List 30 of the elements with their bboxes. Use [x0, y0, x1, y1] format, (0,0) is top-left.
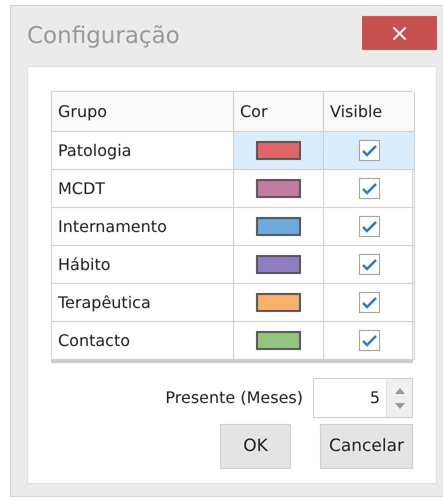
table-cell: MCDT [52, 170, 234, 208]
color-swatch[interactable] [256, 179, 301, 198]
checkbox[interactable] [358, 330, 380, 351]
down-arrow-icon[interactable] [394, 402, 404, 408]
color-swatch[interactable] [256, 217, 301, 236]
months-label: Presente (Meses) [165, 387, 303, 409]
table-cell: Contacto [52, 322, 234, 360]
color-swatch[interactable] [256, 293, 301, 312]
close-button[interactable]: × [362, 16, 437, 50]
table-cell: Hábito [52, 246, 234, 284]
color-swatch[interactable] [256, 141, 301, 160]
ok-button[interactable]: OK [220, 424, 291, 469]
column-header[interactable]: Grupo [52, 92, 234, 132]
color-swatch[interactable] [256, 331, 301, 350]
column-header[interactable]: Visible [324, 92, 415, 132]
selected-cell[interactable] [324, 132, 415, 170]
table-cell: Internamento [52, 208, 234, 246]
column-header[interactable]: Cor [234, 92, 324, 132]
cancel-button[interactable]: Cancelar [320, 424, 413, 469]
checkbox[interactable] [358, 254, 380, 275]
checkbox[interactable] [358, 140, 380, 161]
window-title: Configuração [27, 22, 180, 51]
table-cell: Terapêutica [52, 284, 234, 322]
up-arrow-icon[interactable] [394, 388, 404, 394]
checkbox[interactable] [358, 216, 380, 237]
selected-cell[interactable] [234, 132, 324, 170]
color-swatch[interactable] [256, 255, 301, 274]
checkbox[interactable] [358, 292, 380, 313]
months-spinner[interactable]: 5 [313, 378, 413, 418]
checkbox[interactable] [358, 178, 380, 199]
